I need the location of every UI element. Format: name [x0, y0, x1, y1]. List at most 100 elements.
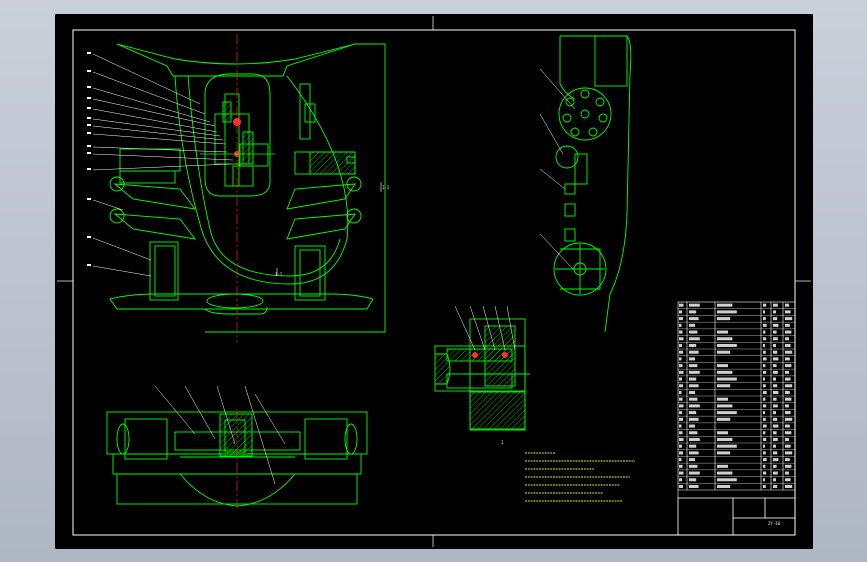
bom-cell-text — [689, 377, 697, 381]
bom-cell-text — [785, 343, 791, 347]
front-view-balloons — [87, 52, 91, 266]
bom-cell-text — [763, 303, 767, 307]
bom-cell-text — [763, 384, 766, 388]
bom-cell-text — [773, 424, 779, 428]
bom-cell-text — [785, 323, 790, 327]
bom-cell-text — [773, 337, 778, 341]
bom-cell-text — [763, 370, 767, 374]
side-view — [553, 35, 632, 333]
bom-cell-text — [785, 377, 791, 381]
bom-cell-text — [763, 458, 767, 462]
bom-cell-text — [773, 404, 778, 408]
bom-cell-text — [689, 350, 699, 354]
bom-cell-text — [773, 458, 779, 462]
bom-cell-text — [689, 458, 695, 462]
bom-cell-text — [717, 330, 728, 334]
bom-cell-text — [763, 377, 765, 381]
bom-cell-text — [717, 317, 731, 321]
bom-cell-text — [679, 323, 682, 327]
drawing-sheet[interactable]: I ZY-10 I-I I-I — [55, 14, 813, 549]
bom-cell-text — [763, 471, 767, 475]
bom-cell-text — [785, 444, 791, 448]
bom-cell-text — [717, 404, 733, 408]
bom-cell-text — [785, 424, 790, 428]
bom-cell-text — [773, 323, 779, 327]
bom-cell-text — [785, 484, 793, 488]
bom-cell-text — [689, 317, 699, 321]
side-view-leaders — [539, 68, 576, 270]
bom-cell-text — [717, 444, 737, 448]
bom-cell-text — [717, 478, 737, 482]
bom-cell-text — [763, 310, 765, 314]
bom-cell-text — [763, 417, 766, 421]
bom-cell-text — [689, 484, 699, 488]
bom-cell-text — [689, 417, 699, 421]
bom-cell-text — [689, 303, 700, 307]
bom-cell-text — [679, 417, 683, 421]
bom-cell-text — [679, 471, 684, 475]
bom-cell-text — [763, 411, 765, 415]
section-label-bottom: I-I — [382, 185, 390, 190]
bom-cell-text — [773, 478, 776, 482]
bom-cell-text — [773, 431, 777, 435]
bom-cell-text — [763, 451, 766, 455]
bom-cell-text — [689, 451, 699, 455]
bom-cell-text — [785, 451, 793, 455]
bom-cell-text — [785, 471, 789, 475]
bom-cell-text — [689, 337, 700, 341]
bom-cell-text — [785, 397, 792, 401]
bom-cell-text — [689, 424, 695, 428]
bom-cell-text — [785, 317, 793, 321]
bom-cell-text — [773, 397, 777, 401]
bom-cell-text — [689, 364, 698, 368]
bom-cell-text — [785, 478, 791, 482]
bom-cell-text — [679, 364, 683, 368]
bom-cell-text — [773, 357, 779, 361]
bom-cell-text — [717, 377, 737, 381]
bom-cell-text — [679, 437, 684, 441]
bom-cell-text — [717, 437, 733, 441]
bom-cell-text — [689, 357, 695, 361]
bom-cell-text — [773, 330, 777, 334]
bom-cell-text — [717, 417, 731, 421]
bom-cell-text — [773, 303, 778, 307]
bom-cell-text — [785, 310, 791, 314]
bom-cell-text — [773, 417, 778, 421]
detail-label: I — [501, 440, 504, 445]
technical-notes — [525, 452, 635, 502]
detail-section — [434, 318, 530, 431]
bom-cell-text — [679, 451, 683, 455]
bom-cell-text — [717, 364, 728, 368]
section-label: I-I — [275, 272, 283, 277]
bom-cell-text — [773, 377, 776, 381]
bom-cell-text — [679, 357, 682, 361]
bom-cell-text — [785, 464, 792, 468]
bom-cell-text — [773, 437, 778, 441]
bom-cell-text — [689, 310, 697, 314]
bom-cell-text — [689, 444, 697, 448]
bom-cell-text — [689, 323, 695, 327]
assembly-drawing — [57, 16, 811, 547]
bom-cell-text — [773, 484, 778, 488]
bom-cell-text — [773, 464, 777, 468]
bom-cell-text — [763, 444, 765, 448]
bom-cell-text — [717, 350, 731, 354]
bom-cell-text — [717, 310, 737, 314]
bom-cell-text — [763, 350, 766, 354]
bom-cell-text — [785, 417, 793, 421]
bom-cell-text — [679, 444, 682, 448]
bom-cell-text — [679, 464, 683, 468]
bom-cell-text — [785, 390, 790, 394]
bom-cell-text — [717, 431, 728, 435]
bom-cell-text — [679, 350, 683, 354]
bom-cell-text — [763, 357, 767, 361]
bom-cell-text — [689, 404, 700, 408]
bom-cell-text — [679, 384, 683, 388]
bom-cell-text — [689, 431, 698, 435]
bom-cell-text — [763, 484, 766, 488]
bom-cell-text — [689, 437, 700, 441]
bom-cell-text — [785, 337, 789, 341]
bom-cell-text — [717, 484, 731, 488]
bom-cell-text — [763, 390, 767, 394]
bom-cell-text — [773, 390, 779, 394]
